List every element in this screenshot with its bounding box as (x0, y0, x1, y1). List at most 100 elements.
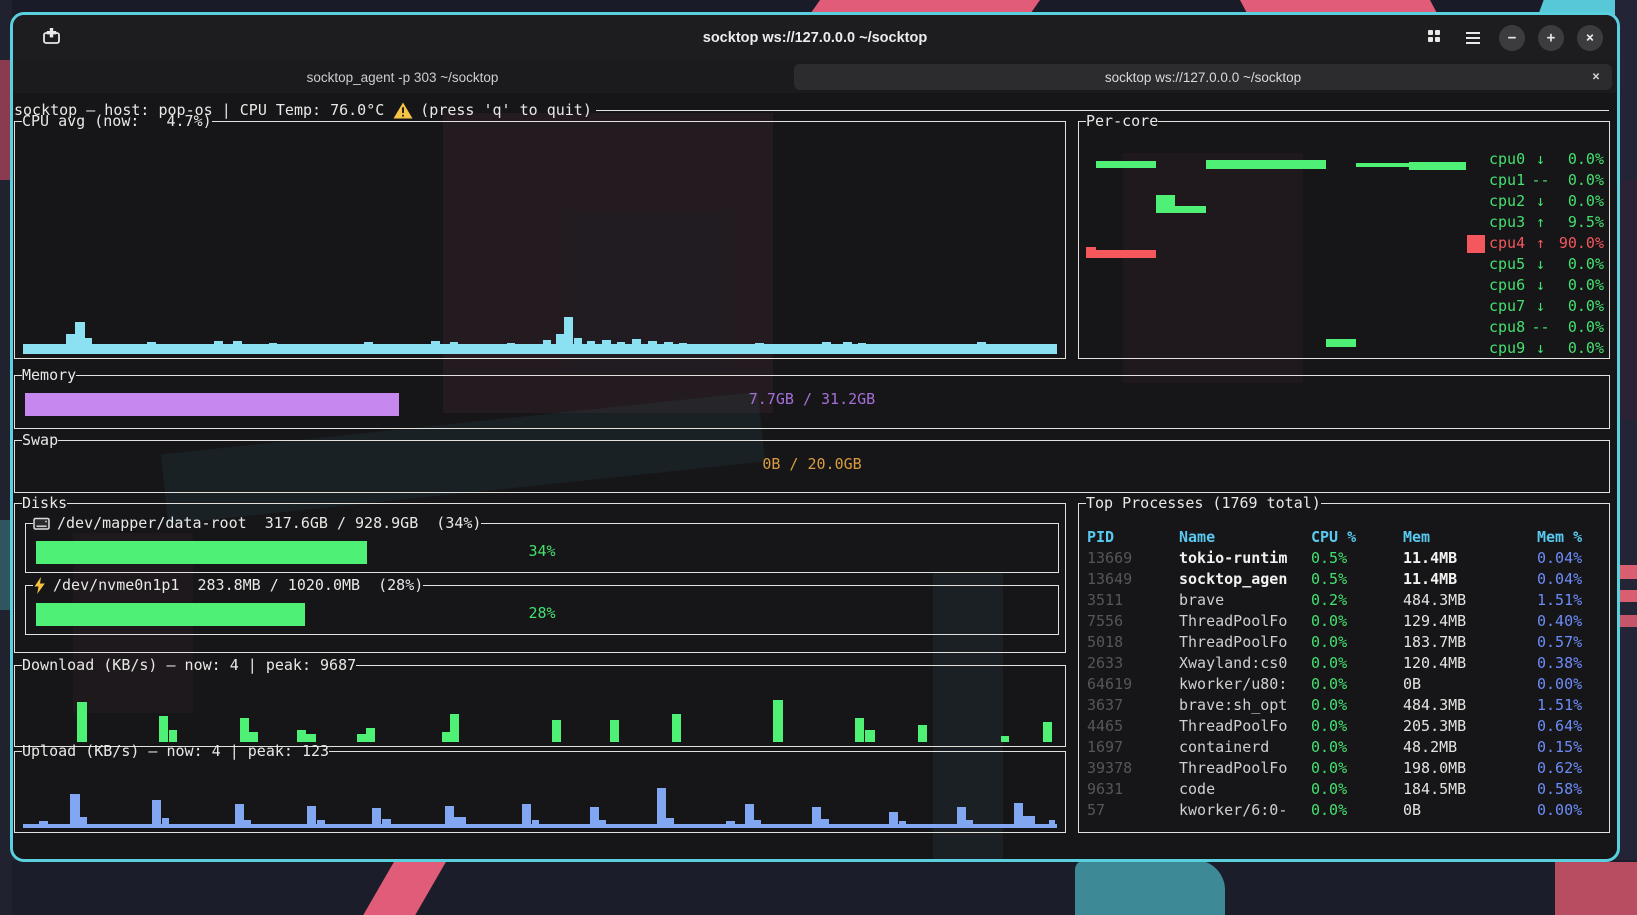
close-button[interactable]: × (1577, 25, 1603, 51)
chart-bar (307, 806, 316, 828)
process-pcpu: 0.5% (1311, 569, 1403, 590)
process-pmem: 129.4MB (1403, 611, 1537, 632)
core-history-bar (1206, 160, 1326, 169)
maximize-button[interactable]: + (1538, 25, 1564, 51)
tab-socktop[interactable]: socktop ws://127.0.0.0 ~/socktop × (794, 64, 1612, 90)
chart-bar (599, 820, 606, 828)
chart-bar (773, 700, 783, 742)
chart-bar (632, 339, 641, 354)
chart-bar (152, 800, 161, 828)
core-history-bar (1175, 206, 1206, 213)
process-pmemp: 0.04% (1537, 569, 1603, 590)
disk-label: /dev/mapper/data-root 317.6GB / 928.9GB … (57, 513, 481, 534)
chart-bar (214, 341, 223, 354)
core-value: 0.0% (1554, 149, 1604, 170)
col-mem: Mem (1403, 527, 1537, 548)
chart-bar (382, 819, 391, 828)
core-hot-marker (1467, 193, 1485, 211)
col-memp: Mem % (1537, 527, 1603, 548)
process-pid: 13649 (1087, 569, 1179, 590)
processes-panel: Top Processes (1769 total) PID Name CPU … (1078, 503, 1610, 833)
chart-bar (590, 807, 599, 828)
core-hot-marker (1467, 172, 1485, 190)
process-pmem: 0B (1403, 800, 1537, 821)
process-row: 57kworker/6:0-0.0%0B0.00% (1087, 800, 1603, 821)
chart-bar (450, 342, 458, 354)
processes-title: Top Processes (1769 total) (1086, 493, 1321, 514)
core-trend-icon: ↓ (1527, 191, 1554, 212)
col-name: Name (1179, 527, 1311, 548)
new-tab-button[interactable] (38, 25, 64, 51)
titlebar: socktop ws://127.0.0.0 ~/socktop (13, 15, 1617, 61)
download-chart (23, 684, 1057, 742)
core-trend-icon: ↓ (1527, 149, 1554, 170)
core-hot-marker (1467, 256, 1485, 274)
tab-overview-button[interactable] (1421, 25, 1447, 51)
tab-socktop-agent[interactable]: socktop_agent -p 303 ~/socktop (13, 61, 792, 93)
chart-bar (574, 338, 582, 354)
chart-bar (664, 342, 673, 354)
chart-bar (657, 788, 666, 828)
app-header-hint: (press 'q' to quit) (420, 100, 592, 121)
core-value: 0.0% (1554, 338, 1604, 359)
chart-bar (755, 343, 764, 354)
core-row-cpu0: cpu0↓0.0% (1467, 149, 1604, 170)
minimize-button[interactable]: − (1499, 25, 1525, 51)
chart-bar (966, 820, 973, 828)
core-value: 0.0% (1554, 275, 1604, 296)
process-row: 7556ThreadPoolFo0.0%129.4MB0.40% (1087, 611, 1603, 632)
core-value: 0.0% (1554, 254, 1604, 275)
process-pname: ThreadPoolFo (1179, 632, 1311, 653)
process-row: 1697containerd0.0%48.2MB0.15% (1087, 737, 1603, 758)
process-table-header: PID Name CPU % Mem Mem % (1087, 527, 1603, 548)
chart-bar (269, 343, 277, 354)
chart-baseline (23, 344, 1057, 354)
core-trend-icon: -- (1527, 317, 1554, 338)
memory-value: 7.7GB / 31.2GB (15, 389, 1609, 410)
app-header-text: socktop — host: pop-os | CPU Temp: 76.0°… (14, 100, 384, 121)
core-hot-marker (1467, 151, 1485, 169)
core-trend-icon: ↓ (1527, 275, 1554, 296)
core-history-bar (1326, 339, 1356, 347)
chart-bar (1023, 816, 1035, 828)
chart-bar (233, 341, 242, 354)
warning-icon (393, 102, 413, 119)
process-row: 39378ThreadPoolFo0.0%198.0MB0.62% (1087, 758, 1603, 779)
chart-bar (1019, 344, 1027, 354)
process-pid: 13669 (1087, 548, 1179, 569)
grid-icon (1427, 29, 1441, 48)
process-pmem: 484.3MB (1403, 695, 1537, 716)
tab-close-icon[interactable]: × (1592, 70, 1600, 85)
core-hot-marker (1467, 277, 1485, 295)
chart-bar (679, 343, 687, 354)
chart-bar (977, 342, 986, 354)
process-row: 5018ThreadPoolFo0.0%183.7MB0.57% (1087, 632, 1603, 653)
chart-bar (843, 342, 852, 354)
process-pcpu: 0.2% (1311, 590, 1403, 611)
chart-bar (552, 720, 561, 742)
core-name: cpu9 (1489, 338, 1527, 359)
process-row: 3637brave:sh_opt0.0%484.3MB1.51% (1087, 695, 1603, 716)
swap-value: 0B / 20.0GB (15, 454, 1609, 475)
process-pname: brave:sh_opt (1179, 695, 1311, 716)
process-pcpu: 0.0% (1311, 779, 1403, 800)
process-pmemp: 0.00% (1537, 674, 1603, 695)
process-pid: 1697 (1087, 737, 1179, 758)
process-pmemp: 1.51% (1537, 590, 1603, 611)
chart-bar (602, 340, 611, 354)
chart-bar (745, 804, 754, 828)
app-header: socktop — host: pop-os | CPU Temp: 76.0°… (14, 100, 1609, 121)
process-pid: 64619 (1087, 674, 1179, 695)
chart-bar (454, 817, 466, 828)
chart-bar (507, 343, 515, 354)
process-pid: 9631 (1087, 779, 1179, 800)
process-table: PID Name CPU % Mem Mem % 13669tokio-runt… (1087, 527, 1603, 821)
core-history-bar (1156, 195, 1175, 213)
process-row: 2633Xwayland:cs00.0%120.4MB0.38% (1087, 653, 1603, 674)
disks-panel: Disks /dev/mapper/data-root 317.6GB / 92… (14, 503, 1066, 653)
process-pmem: 184.5MB (1403, 779, 1537, 800)
chart-bar (543, 340, 551, 354)
process-pmemp: 0.15% (1537, 737, 1603, 758)
terminal-window: socktop ws://127.0.0.0 ~/socktop (10, 12, 1620, 862)
menu-button[interactable] (1460, 25, 1486, 51)
